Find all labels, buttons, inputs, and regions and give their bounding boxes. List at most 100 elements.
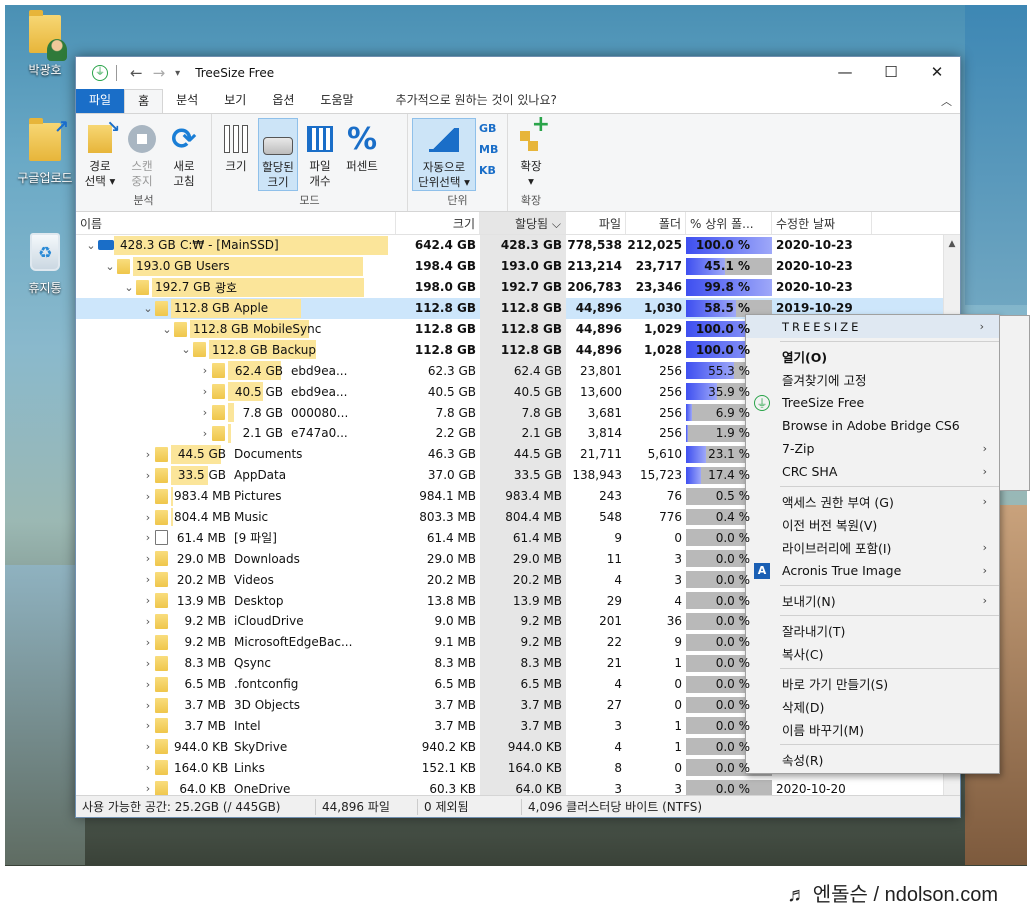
- folder-icon: [155, 697, 168, 713]
- column-header-modified[interactable]: 수정한 날짜: [772, 212, 872, 234]
- expand-chevron-icon[interactable]: ›: [141, 490, 155, 503]
- context-menu-item[interactable]: CRC SHA ›: [746, 460, 999, 483]
- minimize-button[interactable]: —: [822, 57, 868, 89]
- context-menu-item[interactable]: 액세스 권한 부여 (G) ›: [746, 490, 999, 513]
- tab-analysis[interactable]: 분석: [163, 89, 211, 113]
- expand-chevron-icon[interactable]: ›: [141, 636, 155, 649]
- expand-chevron-icon[interactable]: ›: [141, 657, 155, 670]
- submenu-arrow-icon: ›: [982, 495, 987, 508]
- stop-icon: [128, 125, 156, 153]
- context-menu-item[interactable]: 이전 버전 복원(V): [746, 513, 999, 536]
- context-menu-item[interactable]: ⏚ TreeSize Free: [746, 391, 999, 414]
- expand-chevron-icon[interactable]: ›: [141, 594, 155, 607]
- expand-chevron-icon[interactable]: ›: [198, 385, 212, 398]
- expand-chevron-icon[interactable]: ›: [141, 615, 155, 628]
- expand-chevron-icon[interactable]: ›: [198, 427, 212, 440]
- tab-view[interactable]: 보기: [211, 89, 259, 113]
- unit-kb-button[interactable]: KB: [479, 164, 498, 177]
- stop-scan-button[interactable]: 스캔 중지: [122, 118, 162, 189]
- tab-home[interactable]: 홈: [124, 89, 164, 113]
- context-menu-item[interactable]: 잘라내기(T): [746, 619, 999, 642]
- column-header-allocated[interactable]: 할당됨 ⌵: [480, 212, 566, 234]
- unit-gb-button[interactable]: GB: [479, 122, 498, 135]
- ribbon-collapse-icon[interactable]: ︿: [941, 93, 952, 109]
- context-menu-item[interactable]: 7-Zip ›: [746, 437, 999, 460]
- mode-file-count-button[interactable]: 파일 개수: [300, 118, 340, 189]
- mode-allocated-button[interactable]: 할당된 크기: [258, 118, 298, 191]
- select-path-button[interactable]: 경로 선택 ▾: [80, 118, 120, 189]
- quick-access-dropdown-icon[interactable]: ▾: [175, 68, 180, 79]
- expand-chevron-icon[interactable]: ›: [141, 448, 155, 461]
- desktop-icon-recycle-bin[interactable]: 휴지통: [9, 233, 81, 296]
- context-menu-item[interactable]: 보내기(N) ›: [746, 589, 999, 612]
- tree-row[interactable]: ⌄ 192.7 GB 광호 198.0 GB 192.7 GB 206,783 23,346…: [76, 276, 960, 298]
- close-button[interactable]: ✕: [914, 57, 960, 89]
- back-arrow-icon[interactable]: ←: [130, 64, 143, 82]
- desktop-icon-user[interactable]: 박광호: [9, 10, 81, 78]
- collapse-chevron-icon[interactable]: ⌄: [160, 323, 174, 336]
- expand-chevron-icon[interactable]: ›: [198, 406, 212, 419]
- desktop-icon-google-upload[interactable]: ↗ 구글업로드: [9, 117, 81, 186]
- column-header-folders[interactable]: 폴더: [626, 212, 686, 234]
- tree-row[interactable]: ⌄ 193.0 GB Users 198.4 GB 193.0 GB 213,214 23,…: [76, 255, 960, 277]
- expand-chevron-icon[interactable]: ›: [141, 573, 155, 586]
- treesize-app-icon[interactable]: ⏚: [92, 65, 108, 81]
- refresh-button[interactable]: ⟳ 새로 고침: [164, 118, 204, 189]
- column-header-percent[interactable]: % 상위 폴...: [686, 212, 772, 234]
- column-header-size[interactable]: 크기: [396, 212, 480, 234]
- scroll-up-icon[interactable]: ▲: [944, 239, 960, 249]
- tab-options[interactable]: 옵션: [259, 89, 307, 113]
- collapse-chevron-icon[interactable]: ⌄: [141, 302, 155, 315]
- mode-percent-button[interactable]: % 퍼센트: [342, 118, 382, 174]
- context-menu-item[interactable]: A Acronis True Image ›: [746, 559, 999, 582]
- collapse-chevron-icon[interactable]: ⌄: [122, 281, 136, 294]
- forward-arrow-icon[interactable]: →: [153, 64, 166, 82]
- row-name: Backup: [272, 342, 316, 357]
- row-alloc: 3.7 MB: [480, 715, 566, 737]
- column-header-files[interactable]: 파일: [566, 212, 626, 234]
- context-menu-item[interactable]: Browse in Adobe Bridge CS6: [746, 414, 999, 437]
- collapse-chevron-icon[interactable]: ⌄: [103, 260, 117, 273]
- row-size: 940.2 KB: [421, 739, 476, 754]
- context-menu-item[interactable]: 바로 가기 만들기(S): [746, 672, 999, 695]
- submenu-arrow-icon: ›: [982, 442, 987, 455]
- context-menu-item[interactable]: 삭제(D): [746, 695, 999, 718]
- expand-chevron-icon[interactable]: ›: [141, 678, 155, 691]
- tree-row[interactable]: ⌄ 428.3 GB C:₩ - [MainSSD] 642.4 GB 428.3 GB…: [76, 235, 960, 256]
- expand-chevron-icon[interactable]: ›: [141, 699, 155, 712]
- folder-icon: [155, 551, 168, 567]
- context-menu-item[interactable]: TREESIZE ›: [746, 315, 999, 338]
- auto-unit-button[interactable]: 자동으로 단위선택 ▾: [412, 118, 476, 191]
- expand-chevron-icon[interactable]: ›: [141, 782, 155, 795]
- context-menu-item[interactable]: 이름 바꾸기(M): [746, 718, 999, 741]
- row-alloc: 3.7 MB: [480, 694, 566, 716]
- tab-file[interactable]: 파일: [76, 89, 125, 113]
- context-menu-item[interactable]: 즐겨찾기에 고정: [746, 368, 999, 391]
- context-menu-item[interactable]: 복사(C): [746, 642, 999, 665]
- unit-mb-button[interactable]: MB: [479, 143, 498, 156]
- expand-chevron-icon[interactable]: ›: [141, 552, 155, 565]
- column-header-name[interactable]: 이름: [76, 212, 396, 234]
- row-inline-size: 164.0 KB: [174, 760, 229, 775]
- context-menu-item[interactable]: 라이브러리에 포함(I) ›: [746, 536, 999, 559]
- row-name: C:₩ - [MainSSD]: [180, 238, 279, 253]
- expand-chevron-icon[interactable]: ›: [141, 719, 155, 732]
- mode-size-button[interactable]: 크기: [216, 118, 256, 174]
- maximize-button[interactable]: ☐: [868, 57, 914, 89]
- row-inline-size: 29.0 MB: [176, 551, 226, 566]
- row-name-cell: › 9.2 MB MicrosoftEdgeBac...: [76, 632, 396, 653]
- collapse-chevron-icon[interactable]: ⌄: [179, 343, 193, 356]
- expand-chevron-icon[interactable]: ›: [141, 740, 155, 753]
- collapse-chevron-icon[interactable]: ⌄: [84, 239, 98, 252]
- expand-chevron-icon[interactable]: ›: [141, 511, 155, 524]
- context-menu-item[interactable]: 속성(R): [746, 748, 999, 771]
- expand-chevron-icon[interactable]: ›: [141, 531, 155, 544]
- context-menu-item[interactable]: 열기(O): [746, 345, 999, 368]
- expand-chevron-icon[interactable]: ›: [141, 469, 155, 482]
- expand-button[interactable]: 확장 ▾: [512, 117, 550, 189]
- desktop-icon-label: 박광호: [28, 63, 62, 77]
- tell-me-search[interactable]: 추가적으로 원하는 것이 있나요?: [383, 89, 570, 113]
- tab-help[interactable]: 도움말: [307, 89, 366, 113]
- expand-chevron-icon[interactable]: ›: [141, 761, 155, 774]
- expand-chevron-icon[interactable]: ›: [198, 364, 212, 377]
